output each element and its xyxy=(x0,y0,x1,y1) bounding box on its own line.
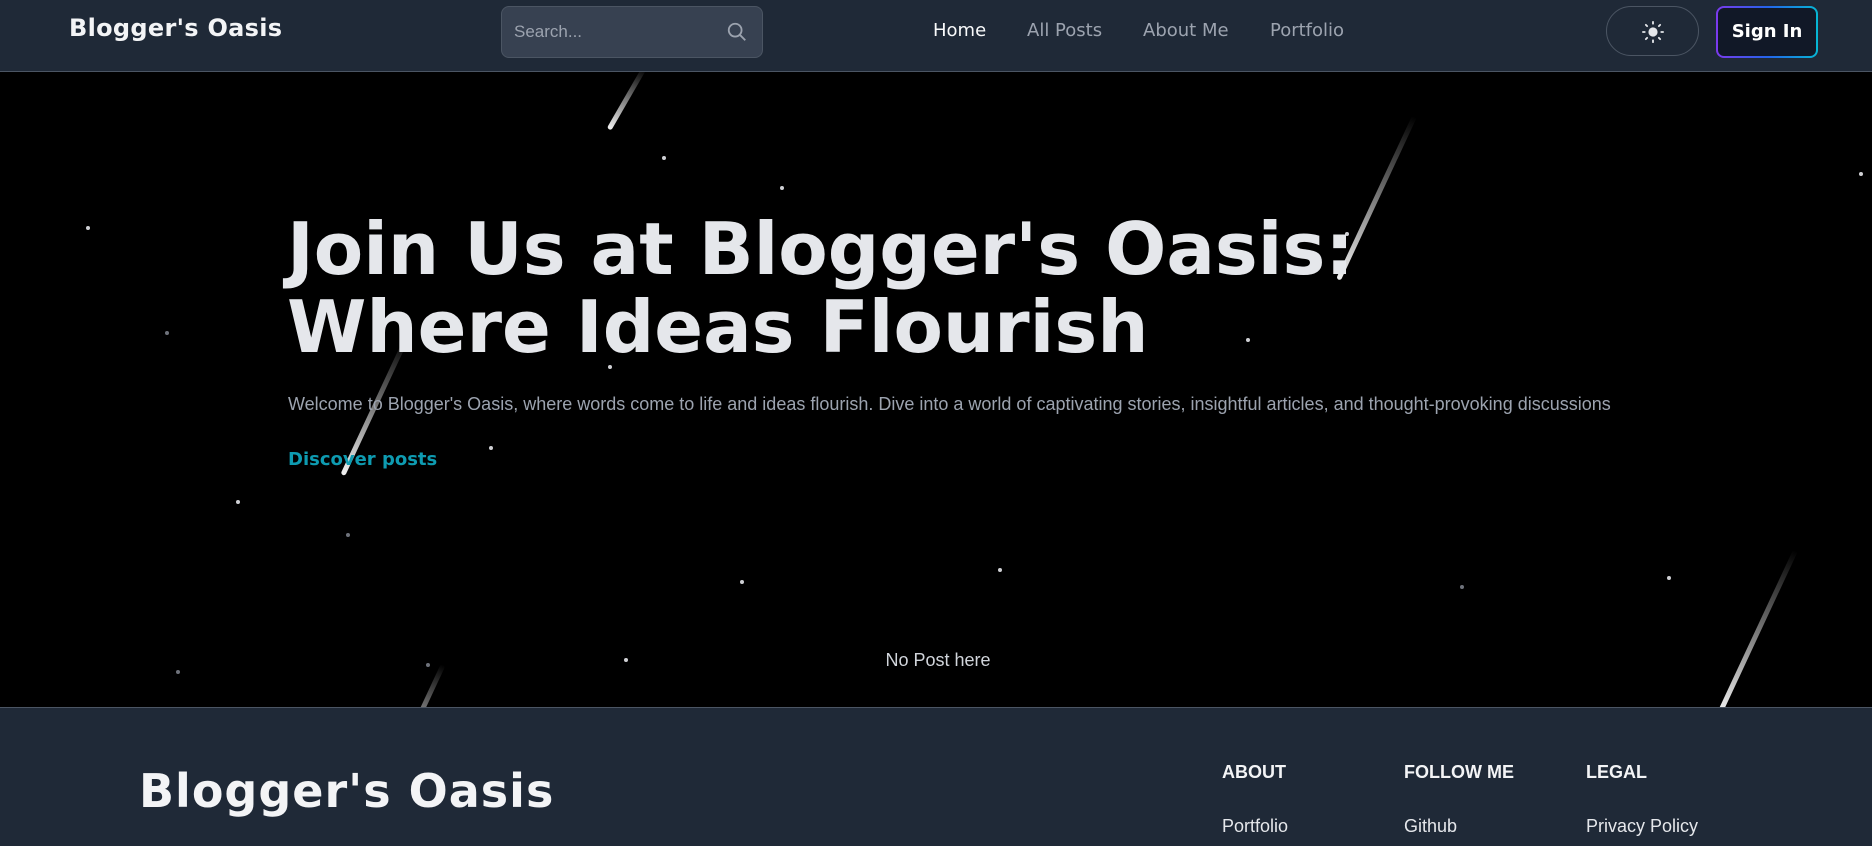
brand-logo[interactable]: Blogger's Oasis xyxy=(69,14,282,42)
nav-about-me[interactable]: About Me xyxy=(1143,20,1229,41)
sun-icon xyxy=(1642,21,1664,43)
meteor xyxy=(606,72,647,131)
sign-in-button[interactable]: Sign In xyxy=(1716,6,1818,58)
meteor xyxy=(1717,549,1798,708)
sign-in-label: Sign In xyxy=(1718,8,1816,56)
footer-link-portfolio[interactable]: Portfolio xyxy=(1222,816,1288,837)
hero-subtitle: Welcome to Blogger's Oasis, where words … xyxy=(288,394,1611,414)
star xyxy=(1460,585,1464,589)
star xyxy=(662,156,666,160)
star xyxy=(165,331,169,335)
search-box xyxy=(501,6,763,58)
hero-section: Join Us at Blogger's Oasis: Where Ideas … xyxy=(0,72,1872,708)
footer: Blogger's Oasis ABOUT Portfolio FOLLOW M… xyxy=(0,707,1872,846)
nav-home[interactable]: Home xyxy=(933,20,986,41)
hero-title: Join Us at Blogger's Oasis: Where Ideas … xyxy=(287,210,1487,366)
nav-portfolio[interactable]: Portfolio xyxy=(1270,20,1344,41)
star xyxy=(236,500,240,504)
star xyxy=(86,226,90,230)
star xyxy=(346,533,350,537)
footer-heading-legal: LEGAL xyxy=(1586,762,1647,782)
footer-brand[interactable]: Blogger's Oasis xyxy=(139,764,554,818)
navbar: Blogger's Oasis Home All Posts About Me … xyxy=(0,0,1872,72)
star xyxy=(489,446,493,450)
footer-heading-follow-me: FOLLOW ME xyxy=(1404,762,1514,782)
star xyxy=(1667,576,1671,580)
nav-all-posts[interactable]: All Posts xyxy=(1027,20,1102,41)
hero-title-line2: Where Ideas Flourish xyxy=(287,285,1149,369)
star xyxy=(780,186,784,190)
hero-title-line1: Join Us at Blogger's Oasis: xyxy=(287,207,1355,291)
theme-toggle-button[interactable] xyxy=(1606,6,1699,56)
empty-posts-message: No Post here xyxy=(885,650,991,670)
footer-link-github[interactable]: Github xyxy=(1404,816,1457,837)
footer-link-privacy-policy[interactable]: Privacy Policy xyxy=(1586,816,1698,837)
search-icon[interactable] xyxy=(726,21,748,43)
star xyxy=(740,580,744,584)
footer-heading-about: ABOUT xyxy=(1222,762,1286,782)
star xyxy=(1859,172,1863,176)
search-input[interactable] xyxy=(514,7,714,57)
star xyxy=(998,568,1002,572)
discover-posts-link[interactable]: Discover posts xyxy=(288,449,437,470)
